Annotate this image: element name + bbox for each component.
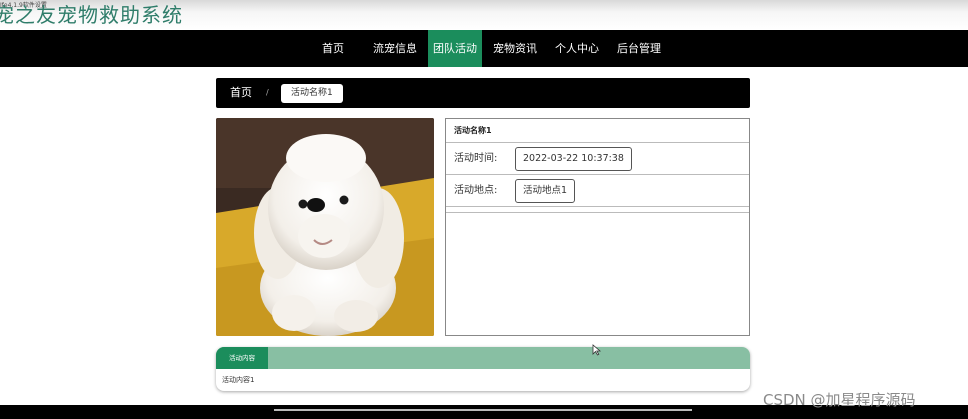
progress-line[interactable] (274, 409, 692, 411)
activity-time-row: 活动时间: 2022-03-22 10:37:38 (446, 143, 749, 175)
breadcrumb-separator: / (266, 88, 269, 97)
activity-title: 活动名称1 (446, 119, 749, 143)
nav-item-personal-center[interactable]: 个人中心 (550, 30, 604, 67)
title-strip: Ife4.1.9软件设置 宠之友宠物救助系统 (0, 0, 968, 30)
activity-time-value: 2022-03-22 10:37:38 (515, 147, 632, 171)
breadcrumb-current: 活动名称1 (281, 84, 343, 103)
breadcrumb: 首页 / 活动名称1 (216, 78, 750, 108)
activity-detail-panel: 活动名称1 活动时间: 2022-03-22 10:37:38 活动地点: 活动… (445, 118, 750, 336)
nav-item-admin[interactable]: 后台管理 (612, 30, 666, 67)
nav-item-home[interactable]: 首页 (312, 30, 354, 67)
activity-content-text: 活动内容1 (222, 376, 255, 384)
nav-item-pet-news[interactable]: 宠物资讯 (488, 30, 542, 67)
site-title: 宠之友宠物救助系统 (0, 3, 183, 27)
nav-item-stray-pets[interactable]: 流宠信息 (368, 30, 422, 67)
activity-place-value: 活动地点1 (515, 179, 576, 203)
activity-time-label: 活动时间: (454, 153, 498, 164)
content-header: 活动内容 (216, 347, 750, 369)
detail-divider (446, 207, 749, 213)
activity-place-label: 活动地点: (454, 185, 498, 196)
activity-place-row: 活动地点: 活动地点1 (446, 175, 749, 207)
tab-activity-content[interactable]: 活动内容 (216, 347, 268, 369)
breadcrumb-home-link[interactable]: 首页 (230, 78, 252, 108)
nav-item-team-activities[interactable]: 团队活动 (428, 30, 482, 67)
activity-photo (216, 118, 434, 336)
csdn-watermark: CSDN @加星程序源码 (763, 391, 916, 409)
main-nav: 首页 流宠信息 团队活动 宠物资讯 个人中心 后台管理 (0, 30, 968, 67)
activity-content-card: 活动内容 活动内容1 (216, 347, 750, 391)
mouse-cursor-icon (592, 344, 602, 356)
